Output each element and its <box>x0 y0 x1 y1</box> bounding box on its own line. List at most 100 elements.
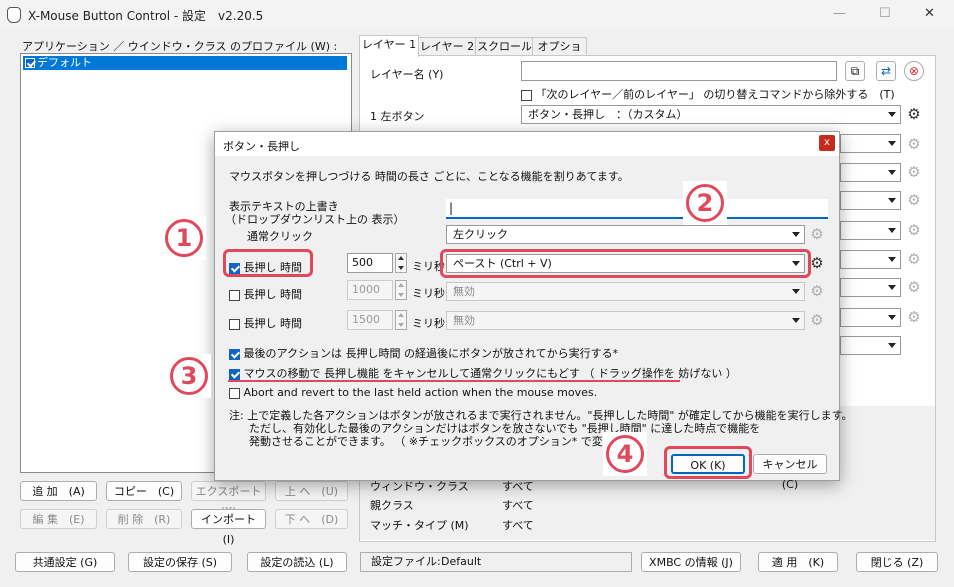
annotation-3-label: 3 <box>170 357 208 395</box>
copy-button[interactable]: コピー (C) <box>106 481 182 501</box>
gear-icon[interactable]: ⚙ <box>809 283 825 299</box>
option-3-label: Abort and revert to the last held action… <box>243 386 598 399</box>
cancel-button[interactable]: キャンセル (C) <box>753 454 827 491</box>
edit-button[interactable]: 編 集 (E) <box>20 509 97 529</box>
layer-name-input[interactable] <box>521 61 837 81</box>
chevron-down-icon <box>888 112 896 117</box>
gear-icon[interactable]: ⚙ <box>906 251 922 267</box>
long-press-2-ms-input[interactable]: 1000 <box>347 280 393 300</box>
load-settings-button[interactable]: 設定の読込 (L) <box>247 552 347 572</box>
long-press-2-action-combo[interactable]: 無効 <box>446 282 805 301</box>
chevron-down-icon <box>888 343 896 348</box>
long-press-2-label: 長押し 時間 <box>243 288 303 301</box>
gear-icon[interactable]: ⚙ <box>906 164 922 180</box>
tab-layer-2[interactable]: レイヤー 2 <box>417 37 477 56</box>
left-button-value: ボタン・長押し ：（カスタム） <box>528 108 688 121</box>
parent-class-label: 親クラス <box>370 499 414 512</box>
option-3-checkbox[interactable] <box>229 387 240 399</box>
chevron-down-icon <box>792 318 800 323</box>
profile-item-default[interactable]: デフォルト <box>23 56 347 70</box>
long-press-2-unit: ミリ秒 <box>412 287 445 300</box>
gear-icon[interactable]: ⚙ <box>906 192 922 208</box>
move-down-button[interactable]: 下 へ (D) <box>275 509 348 529</box>
option-cancel-on-move[interactable]: マウスの移動で 長押し機能 をキャンセルして通常クリックにもどす （ ドラッグ操… <box>229 365 737 381</box>
left-button-label: 1 左ボタン <box>370 110 425 123</box>
option-1-checkbox[interactable] <box>229 348 240 360</box>
gear-icon[interactable]: ⚙ <box>809 226 825 242</box>
long-press-3-ms-input[interactable]: 1500 <box>347 310 393 330</box>
delete-button[interactable]: 削 除 (R) <box>106 509 182 529</box>
long-press-row-3[interactable]: 長押し 時間 <box>229 315 302 331</box>
long-press-3-action-combo[interactable]: 無効 <box>446 311 805 330</box>
gear-icon[interactable]: ⚙ <box>906 309 922 325</box>
long-press-row-2[interactable]: 長押し 時間 <box>229 286 302 302</box>
clear-icon[interactable]: ⊗ <box>904 61 924 81</box>
left-button-combo[interactable]: ボタン・長押し ：（カスタム） <box>521 105 901 124</box>
close-button[interactable]: 閉じる (Z) <box>856 552 938 572</box>
gear-icon[interactable]: ⚙ <box>906 279 922 295</box>
override-label-2: （ドロップダウンリスト上の 表示） <box>225 213 405 226</box>
dialog-close-button[interactable]: x <box>819 135 835 151</box>
profile-checkbox[interactable] <box>25 58 35 68</box>
long-press-1-ms-input[interactable]: 500 <box>347 253 393 273</box>
chevron-down-icon <box>792 232 800 237</box>
settings-file-value: Default <box>441 555 482 568</box>
swap-icon[interactable]: ⇄ <box>876 61 896 81</box>
exclude-checkbox[interactable] <box>521 89 532 101</box>
option-2-label: マウスの移動で 長押し機能 をキャンセルして通常クリックにもどす （ ドラッグ操… <box>243 367 737 380</box>
long-press-1-spinner[interactable] <box>395 253 407 273</box>
underline-option-2 <box>228 380 680 382</box>
tab-options[interactable]: オプション <box>532 37 587 71</box>
gear-icon[interactable]: ⚙ <box>906 106 922 122</box>
gear-icon[interactable]: ⚙ <box>906 136 922 152</box>
override-text-input[interactable]: | <box>446 199 828 219</box>
long-press-2-checkbox[interactable] <box>229 289 240 301</box>
normal-click-combo[interactable]: 左クリック <box>446 225 805 244</box>
button-2-combo[interactable] <box>840 134 901 153</box>
tab-layer-1[interactable]: レイヤー 1 <box>359 35 419 57</box>
long-press-2-spinner[interactable] <box>395 280 407 300</box>
exclude-option[interactable]: 「次のレイヤー／前のレイヤー」 の切り替えコマンドから除外する (T) <box>521 86 895 102</box>
chevron-down-icon <box>888 228 896 233</box>
option-abort-revert[interactable]: Abort and revert to the last held action… <box>229 386 597 399</box>
move-up-button[interactable]: 上 へ (U) <box>275 481 348 501</box>
gear-icon[interactable]: ⚙ <box>809 255 825 271</box>
import-button[interactable]: インポート (I) <box>191 509 267 546</box>
profiles-label: アプリケーション ／ ウインドウ・クラス のプロファイル (W) : <box>22 40 338 53</box>
button-4-combo[interactable] <box>840 191 901 210</box>
minimize-button[interactable]: — <box>833 6 846 21</box>
long-press-3-spinner[interactable] <box>395 310 407 330</box>
export-button[interactable]: エクスポート (X) <box>191 481 266 518</box>
layer-name-label: レイヤー名 (Y) <box>370 68 444 81</box>
annotation-4: 4 <box>603 432 647 476</box>
save-settings-button[interactable]: 設定の保存 (S) <box>128 552 232 572</box>
button-7-combo[interactable] <box>840 278 901 297</box>
add-button[interactable]: 追 加 (A) <box>20 481 97 501</box>
about-button[interactable]: XMBC の情報 (J) <box>641 552 741 572</box>
tab-scroll[interactable]: スクロール <box>475 37 534 56</box>
option-execute-after-release[interactable]: 最後のアクションは 長押し時間 の経過後にボタンが放されてから実行する* <box>229 345 618 361</box>
copy-icon[interactable]: ⧉ <box>845 61 865 81</box>
normal-click-value: 左クリック <box>453 228 508 241</box>
long-press-3-unit: ミリ秒 <box>412 317 445 330</box>
button-3-combo[interactable] <box>840 163 901 182</box>
annotation-1-label: 1 <box>165 219 203 257</box>
maximize-button[interactable]: ☐ <box>879 6 891 21</box>
button-5-combo[interactable] <box>840 221 901 240</box>
gear-icon[interactable]: ⚙ <box>906 222 922 238</box>
normal-click-label: 通常クリック <box>247 230 313 243</box>
common-settings-button[interactable]: 共通設定 (G) <box>15 552 115 572</box>
parent-class-value: すべて <box>502 499 534 512</box>
apply-button[interactable]: 適 用 (K) <box>758 552 838 572</box>
button-8-combo[interactable] <box>840 308 901 327</box>
note-line-3: 発動させることができます。 （ ※チェックボックスのオプション* で変更可 ） <box>249 435 640 448</box>
window-close-button[interactable]: ✕ <box>924 6 935 21</box>
option-2-checkbox[interactable] <box>229 368 240 380</box>
dialog-title: ボタン・長押し <box>223 140 300 153</box>
button-6-combo[interactable] <box>840 250 901 269</box>
gear-icon[interactable]: ⚙ <box>809 312 825 328</box>
override-text-cursor: | <box>449 201 454 215</box>
long-press-3-checkbox[interactable] <box>229 318 240 330</box>
long-press-3-label: 長押し 時間 <box>243 317 303 330</box>
button-9-combo[interactable] <box>840 336 901 355</box>
